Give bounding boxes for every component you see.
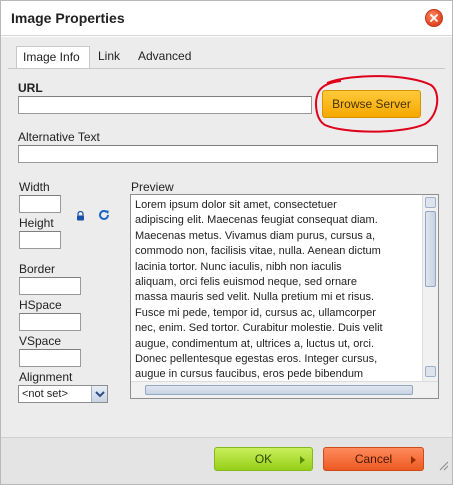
- dialog-title: Image Properties: [11, 10, 125, 26]
- alignment-label: Alignment: [19, 370, 73, 384]
- vertical-scroll-thumb[interactable]: [425, 211, 436, 287]
- horizontal-scroll-thumb[interactable]: [145, 385, 413, 395]
- ok-button[interactable]: OK: [214, 447, 313, 471]
- border-label: Border: [19, 262, 56, 276]
- alignment-select[interactable]: <not set>: [18, 385, 108, 403]
- dialog-footer: OK Cancel: [1, 437, 452, 484]
- preview-line: adipiscing elit. Maecenas feugiat conseq…: [135, 214, 378, 227]
- cancel-button-label: Cancel: [354, 452, 393, 466]
- close-button[interactable]: [425, 9, 443, 27]
- preview-line: Fusce mi pede, tempor id, cursus ac, ull…: [135, 306, 376, 319]
- url-input[interactable]: [18, 96, 312, 114]
- preview-line: nec, enim. Sed tortor. Curabitur molesti…: [135, 322, 383, 335]
- preview-box[interactable]: Lorem ipsum dolor sit amet, consectetuer…: [130, 194, 439, 399]
- preview-text: Lorem ipsum dolor sit amet, consectetuer…: [135, 198, 417, 383]
- preview-line: augue, condimentum at, ultrices a, luctu…: [135, 337, 375, 350]
- close-icon: [430, 14, 438, 22]
- tab-advanced[interactable]: Advanced: [132, 46, 200, 68]
- preview-line: commodo non, facilisis vitae, nulla. Aen…: [135, 245, 381, 258]
- tab-image-info[interactable]: Image Info: [16, 46, 90, 69]
- alignment-dropdown-arrow[interactable]: [91, 386, 107, 402]
- height-label: Height: [19, 216, 54, 230]
- scroll-up-arrow[interactable]: [425, 197, 436, 208]
- hspace-label: HSpace: [19, 298, 62, 312]
- preview-line: aliquam, orci felis euismod neque, sed o…: [135, 276, 357, 289]
- preview-line: Maecenas metus. Vivamus diam purus, curs…: [135, 229, 376, 242]
- vspace-input[interactable]: [19, 349, 81, 367]
- preview-vertical-scrollbar[interactable]: [422, 195, 438, 381]
- preview-line: massa mauris sed velit. Nulla pretium mi…: [135, 291, 375, 304]
- preview-horizontal-scrollbar[interactable]: [131, 381, 438, 398]
- browse-server-button[interactable]: Browse Server: [322, 90, 421, 118]
- preview-line: Lorem ipsum dolor sit amet, consectetuer: [135, 199, 337, 211]
- arrow-right-icon: [300, 456, 305, 464]
- preview-line: Donec pellentesque egestas eros. Integer…: [135, 353, 378, 366]
- alt-text-input[interactable]: [18, 145, 438, 163]
- height-input[interactable]: [19, 231, 61, 249]
- ok-button-label: OK: [254, 452, 273, 466]
- alignment-selected-value: <not set>: [22, 388, 68, 400]
- tab-link[interactable]: Link: [92, 46, 132, 68]
- image-properties-dialog: Image Properties Image Info Link Advance…: [0, 0, 453, 485]
- vspace-label: VSpace: [19, 334, 62, 348]
- preview-label: Preview: [131, 180, 174, 194]
- dialog-titlebar[interactable]: Image Properties: [1, 1, 452, 36]
- cancel-button[interactable]: Cancel: [323, 447, 424, 471]
- resize-grip-icon[interactable]: [437, 459, 449, 471]
- hspace-input[interactable]: [19, 313, 81, 331]
- chevron-down-icon: [95, 391, 105, 398]
- width-label: Width: [19, 180, 50, 194]
- width-input[interactable]: [19, 195, 61, 213]
- url-label: URL: [18, 81, 43, 95]
- preview-line: lacinia tortor. Nunc iaculis, nibh non i…: [135, 260, 342, 273]
- border-input[interactable]: [19, 277, 81, 295]
- arrow-right-icon: [411, 456, 416, 464]
- alt-text-label: Alternative Text: [18, 130, 100, 144]
- reset-size-icon[interactable]: [98, 209, 110, 221]
- lock-icon[interactable]: [76, 211, 85, 221]
- scroll-down-arrow[interactable]: [425, 366, 436, 377]
